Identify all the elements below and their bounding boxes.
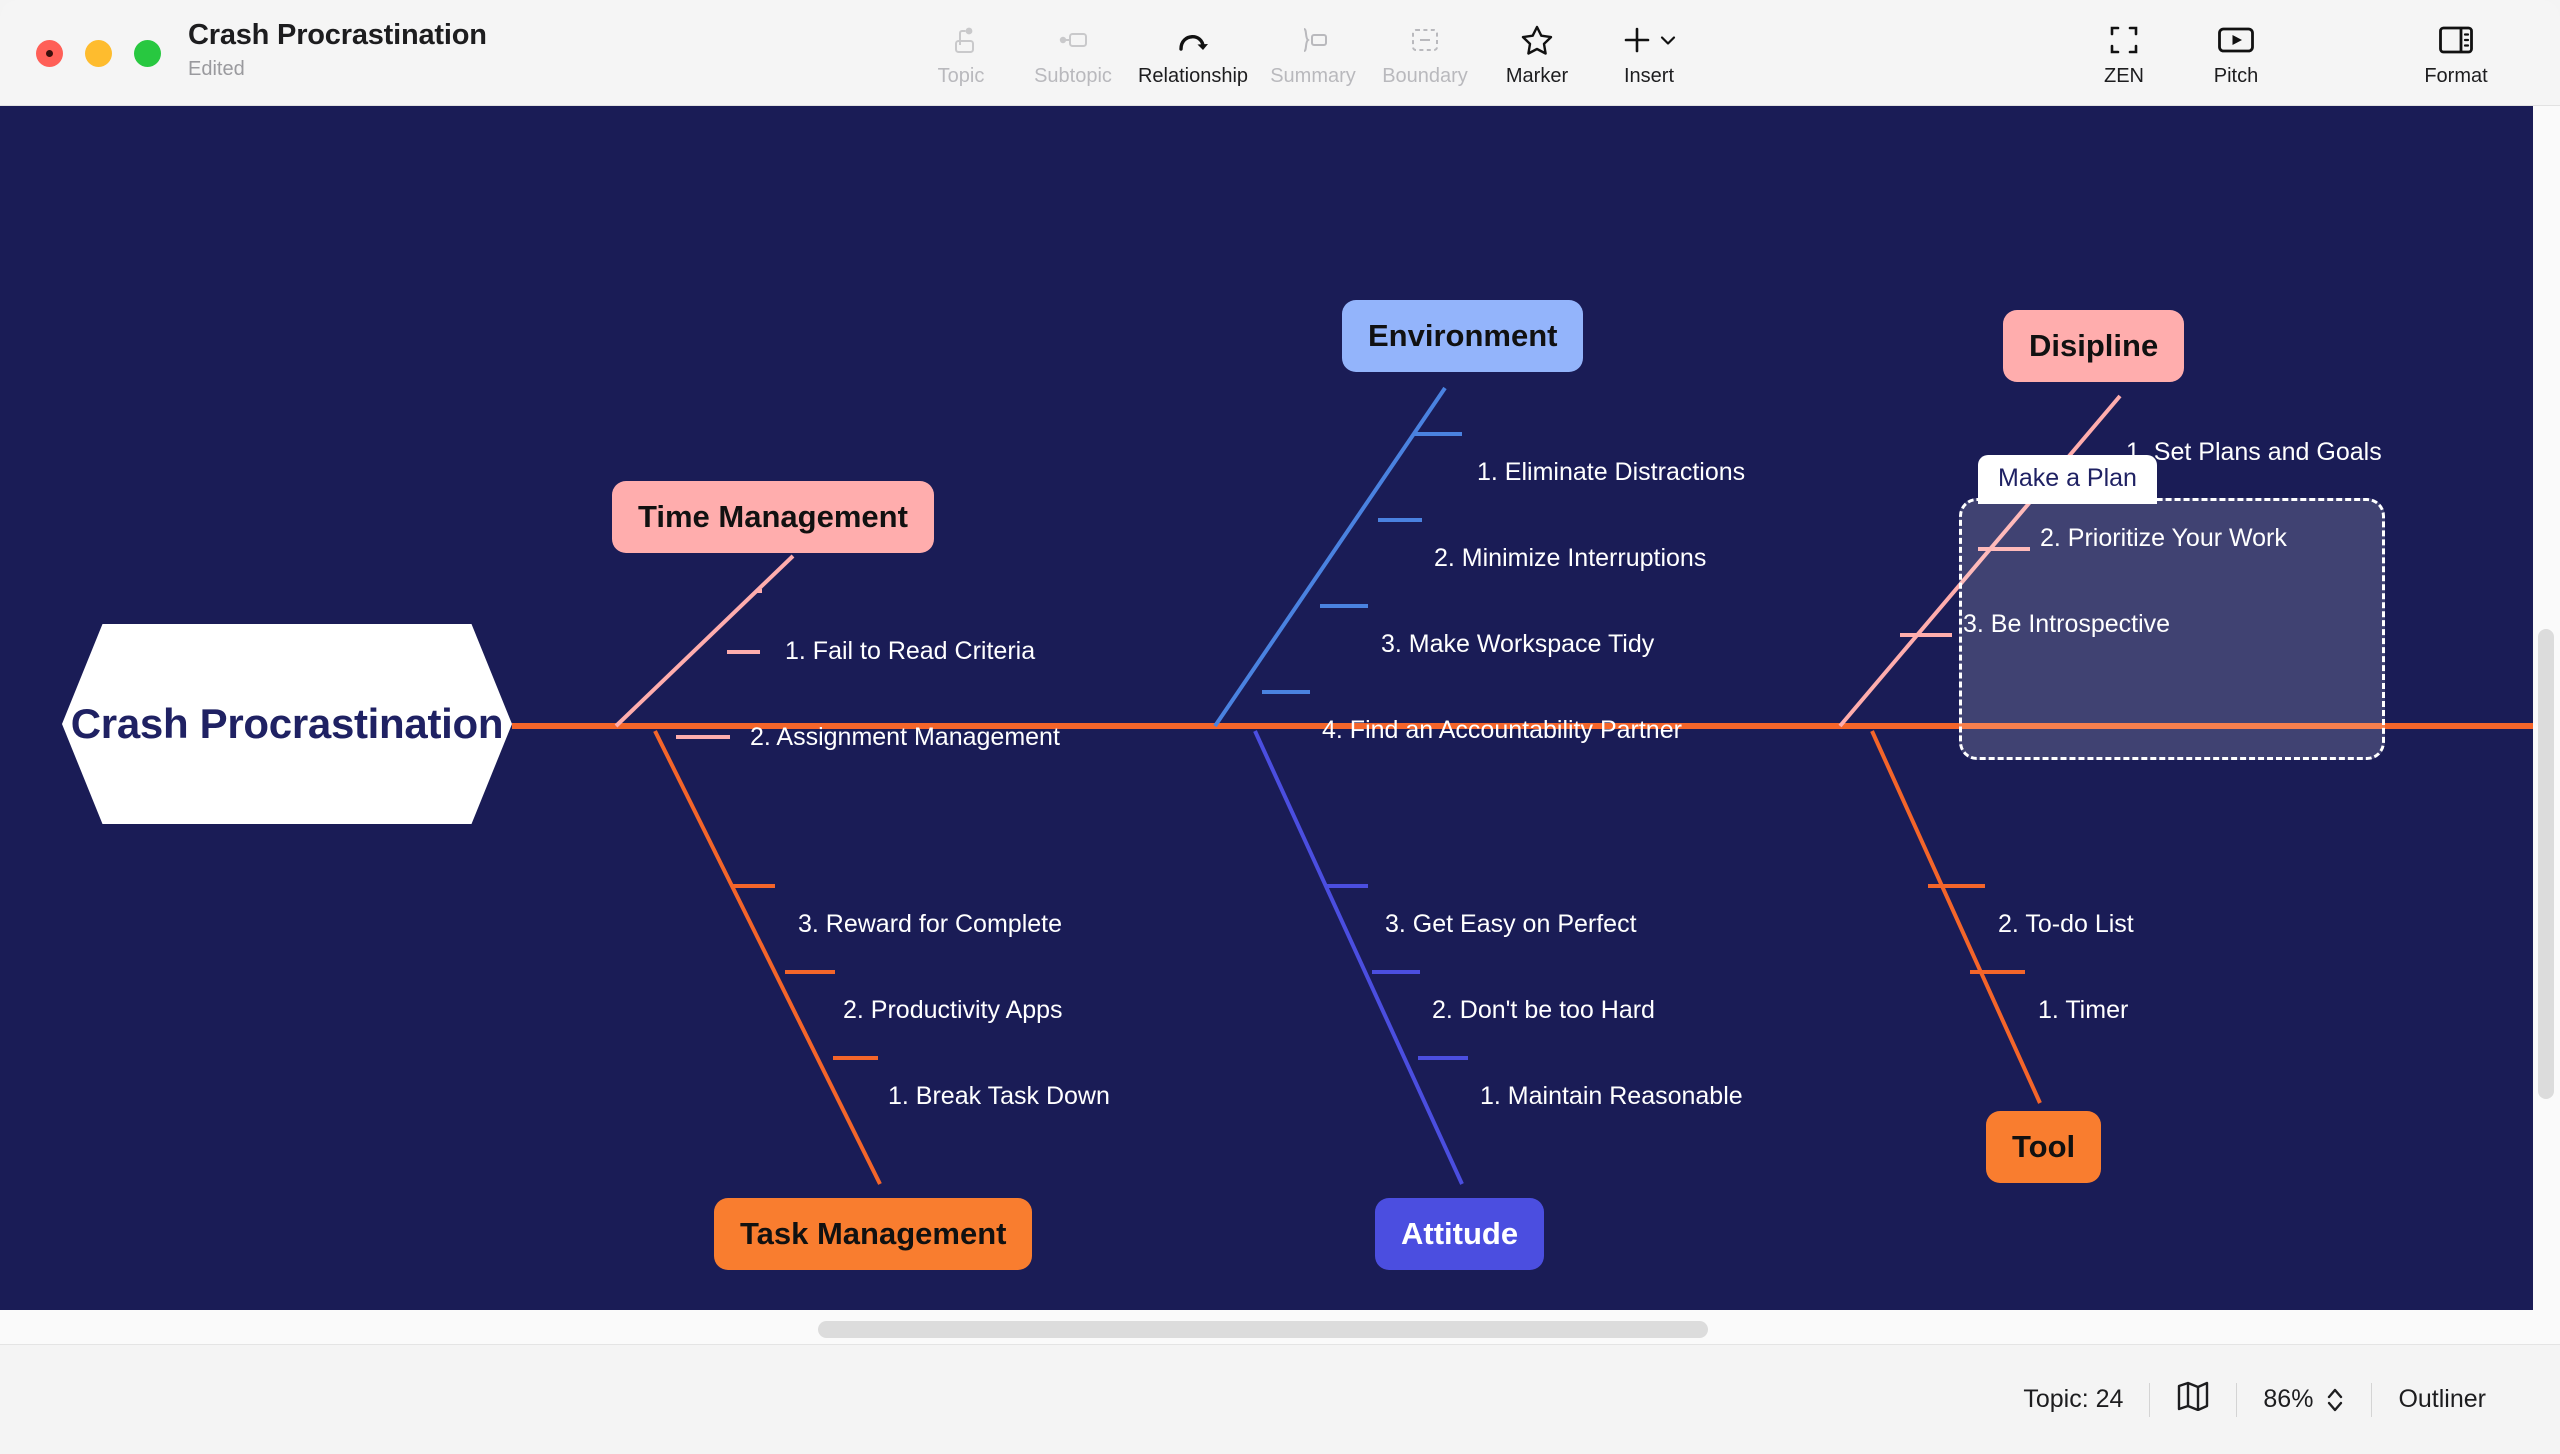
toolbar-button-insert[interactable]: Insert [1593, 10, 1705, 94]
toolbar-center: Topic Subtopic Relationship Summary Boun… [905, 10, 1705, 96]
leaf-attitude-2[interactable]: 2. Don't be too Hard [1432, 996, 1655, 1025]
sidebar-panel-icon [2438, 20, 2474, 60]
toolbar-button-format[interactable]: Format [2400, 10, 2512, 94]
document-status: Edited [188, 58, 245, 81]
toolbar-label-summary: Summary [1270, 65, 1356, 87]
zoom-control[interactable]: 86% [2237, 1385, 2371, 1415]
branch-label: Time Management [638, 499, 908, 534]
branch-node-time-management[interactable]: Time Management [612, 481, 934, 553]
toolbar-label-zen: ZEN [2104, 65, 2144, 87]
topic-icon [944, 20, 978, 60]
toolbar-label-subtopic: Subtopic [1034, 65, 1112, 87]
close-window-button[interactable] [36, 40, 63, 67]
topic-count-label: Topic: 24 [2023, 1385, 2124, 1413]
toolbar-label-relationship: Relationship [1137, 65, 1249, 87]
play-video-icon [2217, 20, 2255, 60]
outliner-button[interactable]: Outliner [2372, 1385, 2512, 1414]
leaf-task-management-3[interactable]: 1. Break Task Down [888, 1082, 1110, 1111]
map-view-button[interactable] [2150, 1381, 2236, 1418]
branch-node-tool[interactable]: Tool [1986, 1111, 2102, 1183]
branch-label: Attitude [1401, 1216, 1519, 1251]
central-topic-label: Crash Procrastination [70, 700, 504, 748]
leaf-tool-1[interactable]: 2. To-do List [1998, 910, 2134, 939]
traffic-light-group [36, 40, 161, 67]
leaf-disipline-3[interactable]: 3. Be Introspective [1963, 610, 2170, 639]
plus-chevron-icon [1621, 20, 1677, 60]
toolbar-label-boundary: Boundary [1382, 65, 1468, 87]
leaf-environment-2[interactable]: 2. Minimize Interruptions [1434, 544, 1706, 573]
leaf-environment-1[interactable]: 1. Eliminate Distractions [1477, 458, 1745, 487]
toolbar-button-relationship[interactable]: Relationship [1129, 10, 1257, 94]
toolbar-label-topic: Topic [937, 65, 985, 87]
toolbar-right: ZEN Pitch Format [2068, 10, 2512, 96]
fullscreen-icon [2107, 20, 2141, 60]
leaf-disipline-2[interactable]: 2. Prioritize Your Work [2040, 524, 2287, 553]
leaf-environment-4[interactable]: 4. Find an Accountability Partner [1322, 716, 1682, 745]
minimize-window-button[interactable] [85, 40, 112, 67]
leaf-task-management-2[interactable]: 2. Productivity Apps [843, 996, 1063, 1025]
vertical-scrollbar-track[interactable] [2533, 106, 2560, 1344]
leaf-task-management-1[interactable]: 3. Reward for Complete [798, 910, 1062, 939]
central-topic-node[interactable]: Crash Procrastination [62, 624, 512, 824]
toolbar-label-insert: Insert [1623, 65, 1675, 87]
leaf-disipline-1[interactable]: 1. Set Plans and Goals [2126, 438, 2382, 467]
toolbar-label-pitch: Pitch [2213, 65, 2259, 87]
vertical-scrollbar-thumb[interactable] [2538, 629, 2554, 1099]
title-bar: Crash Procrastination Edited Topic Subto… [0, 0, 2560, 106]
leaf-time-management-2[interactable]: 2. Assignment Management [750, 723, 1060, 752]
leaf-environment-3[interactable]: 3. Make Workspace Tidy [1381, 630, 1654, 659]
toolbar-button-marker[interactable]: Marker [1481, 10, 1593, 94]
toolbar-button-pitch[interactable]: Pitch [2180, 10, 2292, 94]
branch-node-task-management[interactable]: Task Management [714, 1198, 1033, 1270]
map-icon [2176, 1381, 2210, 1418]
horizontal-scrollbar-thumb[interactable] [818, 1321, 1708, 1338]
topic-count: Topic: 24 [1997, 1385, 2149, 1414]
leaf-time-management-1[interactable]: 1. Fail to Read Criteria [785, 637, 1035, 666]
relationship-icon [1175, 20, 1211, 60]
leaf-attitude-3[interactable]: 1. Maintain Reasonable [1480, 1082, 1743, 1111]
toolbar-label-format: Format [2424, 65, 2488, 87]
subtopic-icon [1056, 20, 1090, 60]
page-title: Crash Procrastination [188, 19, 487, 51]
star-icon [1519, 20, 1555, 60]
outliner-label: Outliner [2398, 1385, 2486, 1413]
branch-label: Tool [2012, 1129, 2076, 1164]
document-meta: Crash Procrastination Edited [188, 17, 487, 81]
branch-label: Environment [1368, 318, 1558, 353]
boundary-icon [1408, 20, 1442, 60]
app-window: Crash Procrastination Edited Topic Subto… [0, 0, 2560, 1454]
toolbar-label-marker: Marker [1505, 65, 1569, 87]
zoom-level-label: 86% [2263, 1385, 2314, 1413]
branch-label: Task Management [740, 1216, 1007, 1251]
leaf-tool-2[interactable]: 1. Timer [2038, 996, 2128, 1025]
maximize-window-button[interactable] [134, 40, 161, 67]
branch-node-disipline[interactable]: Disipline [2003, 310, 2185, 382]
mindmap-canvas[interactable]: Crash Procrastination Make a Plan Time M… [0, 106, 2533, 1344]
toolbar-button-summary[interactable]: Summary [1257, 10, 1369, 94]
up-down-chevron-icon[interactable] [2325, 1385, 2345, 1415]
branch-label: Disipline [2029, 328, 2159, 363]
status-bar: Topic: 24 86% Outliner [0, 1344, 2560, 1454]
summary-icon [1296, 20, 1330, 60]
leaf-attitude-1[interactable]: 3. Get Easy on Perfect [1385, 910, 1637, 939]
toolbar-button-zen[interactable]: ZEN [2068, 10, 2180, 94]
hexagon-shape: Crash Procrastination [62, 624, 512, 824]
toolbar-button-subtopic[interactable]: Subtopic [1017, 10, 1129, 94]
toolbar-button-boundary[interactable]: Boundary [1369, 10, 1481, 94]
branch-node-attitude[interactable]: Attitude [1375, 1198, 1545, 1270]
toolbar-button-topic[interactable]: Topic [905, 10, 1017, 94]
scrollbar-corner [2533, 1310, 2560, 1344]
branch-node-environment[interactable]: Environment [1342, 300, 1584, 372]
